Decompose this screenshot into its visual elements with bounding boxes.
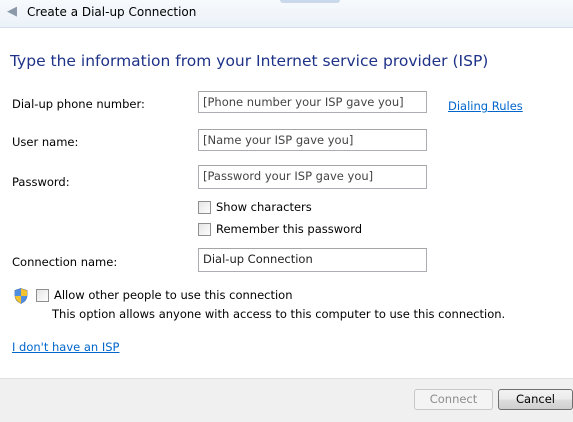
connection-name-label: Connection name: — [12, 255, 118, 269]
window-title: Create a Dial-up Connection — [27, 5, 197, 19]
wizard-footer: Connect Cancel — [0, 378, 573, 422]
phone-number-field[interactable]: [Phone number your ISP gave you] — [198, 91, 427, 113]
no-isp-link[interactable]: I don't have an ISP — [12, 340, 120, 354]
password-field[interactable]: [Password your ISP gave you] — [198, 165, 427, 189]
page-heading: Type the information from your Internet … — [10, 52, 489, 70]
dialing-rules-link[interactable]: Dialing Rules — [448, 99, 523, 113]
glass-decoration — [280, 0, 340, 3]
show-characters-checkbox[interactable] — [198, 200, 211, 214]
show-characters-label: Show characters — [216, 200, 312, 214]
allow-others-label: Allow other people to use this connectio… — [54, 288, 293, 302]
remember-password-option[interactable]: Remember this password — [198, 222, 362, 236]
cancel-button[interactable]: Cancel — [498, 389, 573, 410]
user-name-label: User name: — [12, 135, 79, 149]
uac-shield-icon — [14, 288, 28, 304]
back-arrow-icon[interactable]: ◀ — [4, 4, 20, 20]
allow-others-option[interactable]: Allow other people to use this connectio… — [36, 288, 293, 302]
remember-password-checkbox[interactable] — [198, 222, 211, 236]
password-label: Password: — [12, 175, 70, 189]
connect-button[interactable]: Connect — [414, 389, 493, 410]
phone-number-label: Dial-up phone number: — [12, 97, 145, 111]
title-bar: ◀ Create a Dial-up Connection — [0, 0, 573, 28]
allow-others-checkbox[interactable] — [36, 288, 49, 302]
dialup-wizard-window: ◀ Create a Dial-up Connection Type the i… — [0, 0, 573, 422]
allow-others-description: This option allows anyone with access to… — [52, 307, 506, 321]
connection-name-field[interactable]: Dial-up Connection — [198, 248, 427, 272]
user-name-field[interactable]: [Name your ISP gave you] — [198, 129, 427, 151]
remember-password-label: Remember this password — [216, 222, 363, 236]
show-characters-option[interactable]: Show characters — [198, 200, 312, 214]
